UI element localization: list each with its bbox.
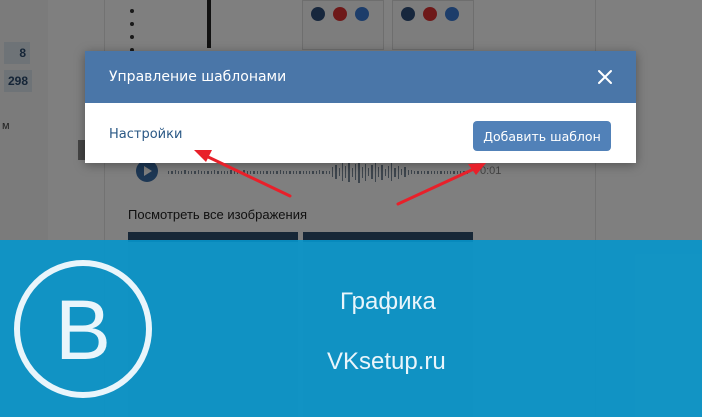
close-icon[interactable]: [596, 68, 614, 86]
banner-title: Графика: [340, 288, 436, 315]
banner-site: VKsetup.ru: [327, 348, 446, 375]
settings-link[interactable]: Настройки: [109, 127, 182, 142]
dialog-title: Управление шаблонами: [109, 69, 287, 85]
dialog-body: Настройки Добавить шаблон: [85, 103, 636, 163]
vksetup-logo: B: [14, 260, 152, 398]
svg-text:B: B: [55, 283, 111, 377]
templates-dialog: Управление шаблонами Настройки Добавить …: [85, 51, 636, 163]
dialog-header: Управление шаблонами: [85, 51, 636, 103]
add-template-button[interactable]: Добавить шаблон: [473, 121, 611, 151]
